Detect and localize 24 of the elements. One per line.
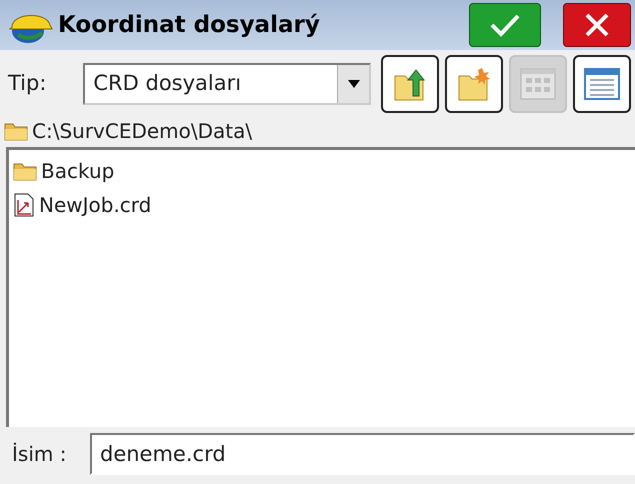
ok-button[interactable] [469,3,541,47]
checkmark-icon [489,12,521,38]
type-label: Tip: [8,70,48,98]
folder-icon [13,161,37,181]
document-icon [13,192,35,218]
window-title: Koordinat dosyalarý [58,10,321,40]
close-icon [584,12,610,38]
toolbar-button[interactable] [381,55,439,113]
folder-icon [4,121,28,141]
type-dropdown[interactable]: CRD dosyaları [83,63,371,105]
file-list-item[interactable]: Backup [13,154,118,188]
name-field[interactable]: deneme.crd [90,433,635,475]
name-label: İsim : [12,441,68,468]
file-list-item[interactable]: NewJob.crd [13,188,156,222]
current-path: C:\SurvCEDemo\Data\ [32,118,252,145]
close-button[interactable] [563,3,631,47]
caret-icon [348,80,360,88]
toolbar-button[interactable] [445,55,503,113]
new-folder-icon [457,66,491,102]
icon-grid-icon [520,68,556,100]
dropdown-arrow-button[interactable] [337,65,369,103]
type-dropdown-value: CRD dosyaları [92,70,242,98]
toolbar-button[interactable] [573,55,631,113]
details-list-icon [584,68,620,100]
